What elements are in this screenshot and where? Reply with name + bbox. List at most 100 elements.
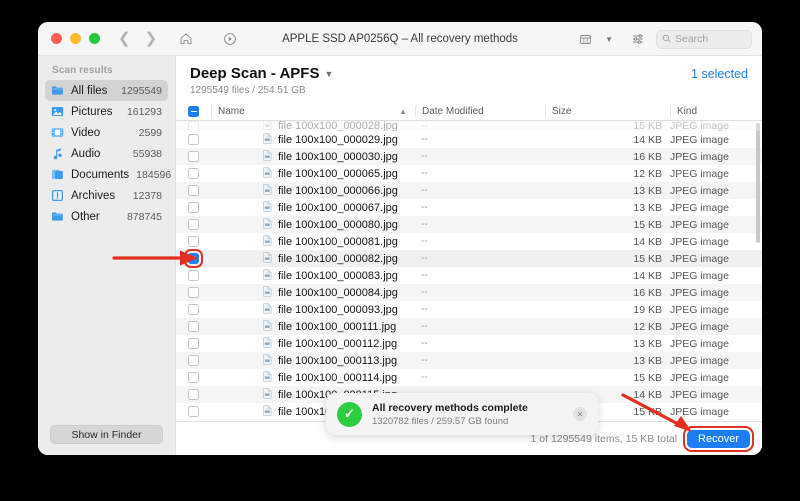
close-window-button[interactable]	[51, 33, 62, 44]
row-checkbox[interactable]	[176, 168, 211, 179]
row-kind-cell: JPEG image	[670, 337, 729, 350]
file-icon	[263, 149, 272, 164]
table-row[interactable]: file 100x100_000083.jpg -- 14 KB JPEG image	[176, 267, 762, 284]
sidebar: Scan results All files 1295549 Pictures 161…	[38, 56, 176, 455]
row-checkbox[interactable]	[176, 236, 211, 247]
sidebar-item-audio[interactable]: Audio 55938	[45, 143, 168, 164]
chevron-right-icon[interactable]: ❯	[145, 31, 158, 46]
sidebar-item-video[interactable]: Video 2599	[45, 122, 168, 143]
sidebar-footer: Show in Finder	[38, 425, 175, 455]
filter-sliders-icon[interactable]	[631, 32, 645, 46]
documents-icon	[51, 168, 64, 181]
main-header: Deep Scan - APFS ▼ 1295549 files / 254.5…	[176, 56, 762, 96]
toast-subtitle: 1320782 files / 259.57 GB found	[372, 415, 509, 427]
column-header-name[interactable]: Name ▲	[211, 106, 415, 117]
file-icon	[263, 268, 272, 283]
table-row[interactable]: file 100x100_000111.jpg -- 12 KB JPEG image	[176, 318, 762, 335]
row-checkbox[interactable]	[176, 185, 211, 196]
row-checkbox[interactable]	[176, 151, 211, 162]
toolbar-right: ▼ Search	[579, 22, 752, 56]
row-checkbox[interactable]	[176, 121, 211, 131]
sidebar-item-documents[interactable]: Documents 184596	[45, 164, 171, 185]
notification-toast: ✓ All recovery methods complete 1320782 …	[326, 393, 598, 435]
sidebar-item-count: 1295549	[121, 84, 162, 97]
row-checkbox[interactable]	[176, 338, 211, 349]
play-circle-icon[interactable]	[223, 32, 237, 46]
sidebar-item-other[interactable]: Other 878745	[45, 206, 168, 227]
sidebar-item-count: 878745	[126, 210, 162, 223]
row-size-cell: 15 KB	[633, 218, 662, 231]
chevron-down-icon[interactable]: ▼	[324, 69, 333, 79]
show-in-finder-button[interactable]: Show in Finder	[50, 425, 163, 444]
file-name: file 100x100_000066.jpg	[278, 184, 398, 197]
sidebar-item-count: 161293	[126, 105, 162, 118]
film-icon	[51, 126, 64, 139]
column-header-kind[interactable]: Kind	[670, 106, 762, 117]
row-name-cell: file 100x100_000111.jpg	[211, 319, 415, 334]
row-kind-cell: JPEG image	[670, 354, 729, 367]
search-placeholder: Search	[675, 33, 709, 45]
table-row[interactable]: file 100x100_000029.jpg -- 14 KB JPEG image	[176, 131, 762, 148]
row-checkbox[interactable]	[176, 270, 211, 281]
search-input[interactable]: Search	[656, 29, 752, 49]
row-name-cell: file 100x100_000066.jpg	[211, 183, 415, 198]
row-name-cell: file 100x100_000084.jpg	[211, 285, 415, 300]
file-icon	[263, 132, 272, 147]
selected-count-badge[interactable]: 1 selected	[691, 67, 748, 81]
table-row[interactable]: file 100x100_000030.jpg -- 16 KB JPEG image	[176, 148, 762, 165]
table-row[interactable]: file 100x100_000113.jpg -- 13 KB JPEG image	[176, 352, 762, 369]
table-row[interactable]: file 100x100_000112.jpg -- 13 KB JPEG image	[176, 335, 762, 352]
table-row[interactable]: file 100x100_000066.jpg -- 13 KB JPEG image	[176, 182, 762, 199]
table-row[interactable]: file 100x100_000080.jpg -- 15 KB JPEG image	[176, 216, 762, 233]
row-checkbox[interactable]: ✓	[176, 249, 211, 268]
select-all-checkbox[interactable]	[176, 106, 211, 117]
minimize-window-button[interactable]	[70, 33, 81, 44]
row-size-cell: 15 KB	[633, 121, 662, 131]
table-row[interactable]: file 100x100_000093.jpg -- 19 KB JPEG image	[176, 301, 762, 318]
recover-button[interactable]: Recover	[683, 425, 754, 452]
sidebar-item-count: 2599	[138, 126, 162, 139]
maximize-window-button[interactable]	[89, 33, 100, 44]
sidebar-item-archives[interactable]: Archives 12378	[45, 185, 168, 206]
row-kind-cell: JPEG image	[670, 371, 729, 384]
sidebar-item-pictures[interactable]: Pictures 161293	[45, 101, 168, 122]
table-row[interactable]: file 100x100_000114.jpg -- 15 KB JPEG image	[176, 369, 762, 386]
list-view-icon[interactable]	[579, 33, 592, 46]
file-table-body[interactable]: file 100x100_000028.jpg -- 15 KB JPEG image…	[176, 121, 762, 421]
row-checkbox[interactable]	[176, 287, 211, 298]
row-size-cell: 19 KB	[633, 303, 662, 316]
row-checkbox[interactable]	[176, 372, 211, 383]
sidebar-item-all-files[interactable]: All files 1295549	[45, 80, 168, 101]
table-row[interactable]: file 100x100_000081.jpg -- 14 KB JPEG image	[176, 233, 762, 250]
vertical-scrollbar[interactable]	[756, 123, 760, 243]
row-checkbox[interactable]	[176, 219, 211, 230]
chevron-left-icon[interactable]: ❮	[118, 31, 131, 46]
table-row[interactable]: file 100x100_000084.jpg -- 16 KB JPEG image	[176, 284, 762, 301]
file-icon	[263, 200, 272, 215]
table-row[interactable]: file 100x100_000067.jpg -- 13 KB JPEG image	[176, 199, 762, 216]
scan-title[interactable]: Deep Scan - APFS ▼	[190, 65, 748, 82]
row-size-cell: 12 KB	[633, 320, 662, 333]
file-name: file 100x100_000111.jpg	[278, 320, 397, 333]
row-checkbox[interactable]	[176, 202, 211, 213]
table-row[interactable]: file 100x100_000065.jpg -- 12 KB JPEG image	[176, 165, 762, 182]
column-header-date-modified[interactable]: Date Modified	[415, 106, 545, 117]
row-date-cell: --	[421, 219, 428, 230]
archive-icon	[51, 189, 64, 202]
row-checkbox[interactable]	[176, 355, 211, 366]
row-date-cell: --	[421, 372, 428, 383]
table-row[interactable]: file 100x100_000028.jpg -- 15 KB JPEG image	[176, 121, 762, 131]
row-checkbox[interactable]	[176, 321, 211, 332]
home-icon[interactable]	[179, 32, 193, 46]
table-row[interactable]: ✓ file 100x100_000082.jpg -- 15 KB JPEG imag…	[176, 249, 762, 268]
row-checkbox[interactable]	[176, 304, 211, 315]
column-header-size[interactable]: Size	[545, 106, 670, 117]
row-kind-cell: JPEG image	[670, 201, 729, 214]
toast-close-icon[interactable]: ✕	[573, 407, 587, 421]
file-name: file 100x100_000067.jpg	[278, 201, 398, 214]
chevron-down-icon[interactable]: ▼	[605, 35, 613, 44]
row-checkbox[interactable]	[176, 389, 211, 400]
row-checkbox[interactable]	[176, 406, 211, 417]
row-checkbox[interactable]	[176, 134, 211, 145]
row-kind-cell: JPEG image	[670, 133, 729, 146]
